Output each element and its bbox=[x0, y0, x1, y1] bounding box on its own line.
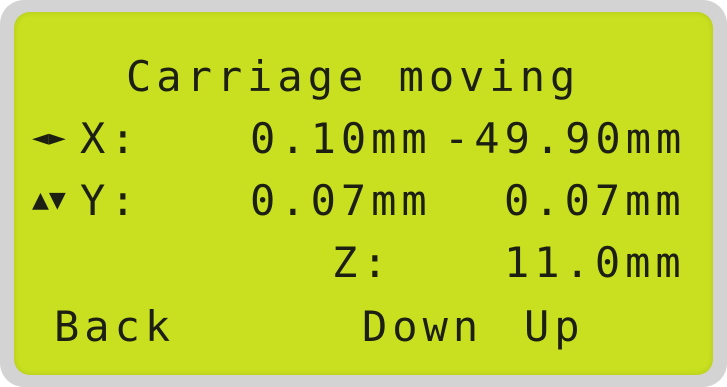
x-axis-label: X: bbox=[80, 114, 141, 163]
down-softkey[interactable]: Down bbox=[362, 306, 483, 348]
up-softkey[interactable]: Up bbox=[524, 306, 585, 348]
y-position-value: 0.07mm bbox=[250, 176, 432, 225]
y-distance-value: 0.07mm bbox=[504, 176, 686, 225]
z-axis-label: Z: bbox=[332, 238, 393, 287]
z-position-value: 11.0mm bbox=[504, 238, 686, 287]
y-axis-label: Y: bbox=[80, 176, 141, 225]
left-right-arrows-icon: ◄► bbox=[32, 126, 66, 151]
screen-title: Carriage moving bbox=[126, 52, 581, 101]
up-down-arrows-icon: ▲▼ bbox=[32, 188, 66, 213]
x-distance-value: -49.90mm bbox=[444, 114, 687, 163]
lcd-screen: Carriage moving ◄► X: 0.10mm -49.90mm ▲▼… bbox=[14, 12, 713, 375]
x-position-value: 0.10mm bbox=[250, 114, 432, 163]
back-softkey[interactable]: Back bbox=[54, 306, 175, 348]
